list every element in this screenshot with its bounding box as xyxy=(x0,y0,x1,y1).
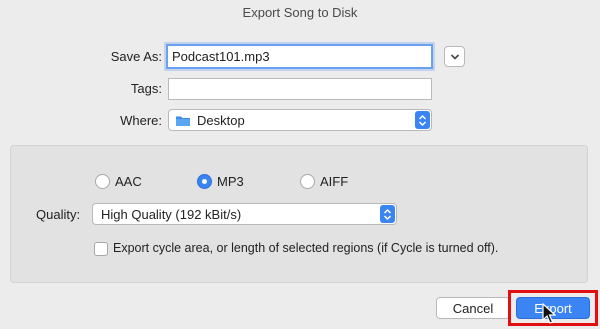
chevron-down-icon xyxy=(450,53,459,60)
radio-mp3[interactable] xyxy=(197,174,212,189)
cancel-button[interactable]: Cancel xyxy=(436,297,510,319)
where-select[interactable]: Desktop xyxy=(168,109,432,131)
tags-label: Tags: xyxy=(130,81,162,96)
mouse-cursor-icon xyxy=(542,303,556,324)
expand-button[interactable] xyxy=(444,46,465,67)
save-as-label: Save As: xyxy=(110,49,162,64)
quality-value: High Quality (192 kBit/s) xyxy=(101,206,242,222)
window-title: Export Song to Disk xyxy=(242,5,358,20)
quality-label: Quality: xyxy=(36,207,81,222)
radio-aac-label: AAC xyxy=(115,174,142,189)
updown-chevrons-icon xyxy=(383,208,392,220)
where-value: Desktop xyxy=(197,112,245,128)
where-label: Where: xyxy=(120,113,162,128)
where-stepper xyxy=(415,111,430,129)
save-as-value: Podcast101.mp3 xyxy=(172,49,270,64)
updown-chevrons-icon xyxy=(418,114,427,126)
cycle-checkbox[interactable] xyxy=(94,242,108,256)
radio-aiff[interactable] xyxy=(300,174,315,189)
radio-mp3-label: MP3 xyxy=(217,174,244,189)
quality-select[interactable]: High Quality (192 kBit/s) xyxy=(92,203,397,225)
tags-input[interactable] xyxy=(168,78,432,100)
quality-stepper xyxy=(380,205,395,223)
radio-aiff-label: AIFF xyxy=(320,174,349,189)
cycle-checkbox-label: Export cycle area, or length of selected… xyxy=(113,241,499,255)
save-as-input[interactable]: Podcast101.mp3 xyxy=(166,44,433,69)
radio-aac[interactable] xyxy=(95,174,110,189)
folder-icon xyxy=(176,116,190,126)
